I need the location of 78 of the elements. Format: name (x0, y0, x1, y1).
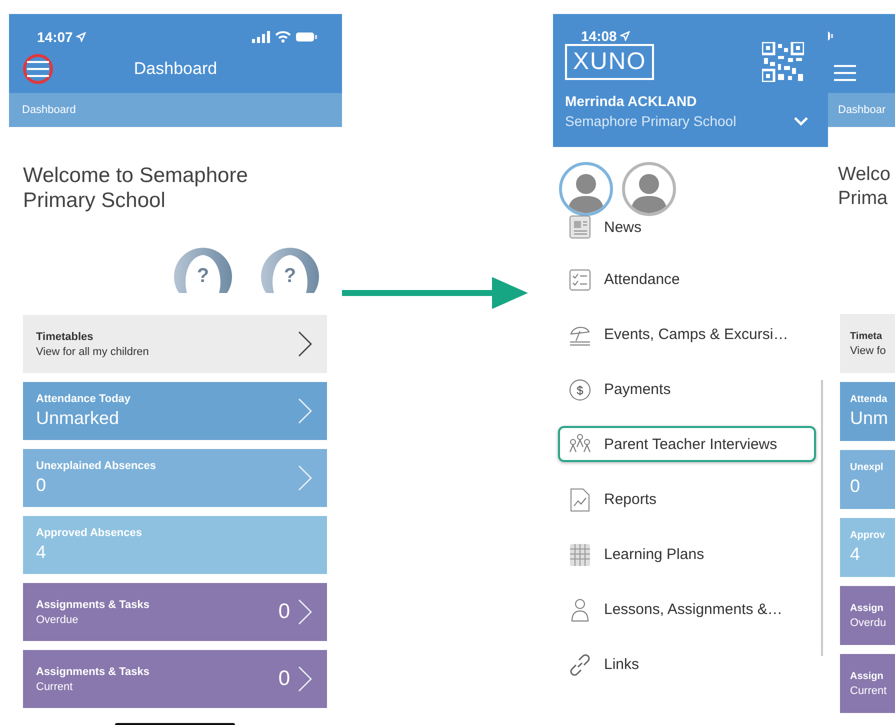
welcome-heading: Prima (838, 187, 889, 211)
person-silhouette-icon (566, 171, 606, 213)
breadcrumb[interactable]: Dashboard (22, 104, 76, 116)
tile-title: Assignments & Tasks (36, 666, 151, 678)
dashboard-tile[interactable]: Timetables View for all my children (23, 315, 327, 373)
menu-icon (833, 64, 857, 82)
screen-title: Dashboard (134, 58, 218, 78)
child-avatar[interactable] (559, 162, 613, 216)
tile-title: Timeta (850, 330, 884, 342)
person-silhouette-icon (629, 171, 669, 213)
dashboard-tile[interactable]: Attendance Today Unmarked (23, 382, 327, 440)
school-name: Semaphore Primary School (565, 113, 736, 129)
tile-value: 0 (36, 475, 48, 496)
location-arrow-icon (620, 31, 630, 41)
battery-icon (296, 32, 317, 42)
tile-title: Timetables (36, 330, 94, 342)
dashboard-tile[interactable]: Unexplained Absences 0 (23, 449, 327, 507)
tile-title: Assign (850, 602, 884, 614)
breadcrumb[interactable]: Dashboar (838, 104, 886, 116)
user-name: Merrinda ACKLAND (565, 93, 698, 109)
welcome-heading: Welco (838, 163, 892, 187)
link-icon (568, 652, 592, 676)
dashboard-tile[interactable]: Assignments & Tasks Overdue 0 (23, 583, 327, 641)
status-time: 14:07 (37, 29, 73, 45)
dashboard-tile[interactable]: Assign Overdu (840, 586, 895, 645)
child-avatar[interactable] (622, 162, 676, 216)
tile-subtitle: Overdu (850, 616, 888, 628)
menu-item[interactable]: Parent Teacher Interviews (558, 426, 816, 462)
tile-value: Unmarked (36, 408, 120, 429)
dashboard-tile[interactable]: Unexpl 0 (840, 450, 895, 509)
menu-item[interactable]: Lessons, Assignments &… (558, 582, 816, 637)
newspaper-icon (569, 215, 591, 239)
tile-subtitle: Overdue (36, 614, 80, 626)
dollar-icon: $ (569, 378, 591, 400)
dashboard-tile[interactable]: Attenda Unm (840, 382, 895, 441)
tile-title: Approv (850, 530, 886, 541)
tile-subtitle: Current (36, 680, 74, 692)
wifi-icon (275, 31, 291, 43)
tile-subtitle: View fo (850, 344, 887, 356)
tile-title: Assign (850, 670, 884, 682)
status-time: 14:08 (581, 28, 617, 44)
menu-item[interactable]: News (558, 212, 816, 242)
tile-title: Assignments & Tasks (36, 598, 151, 610)
tile-count: 0 (278, 600, 290, 624)
tile-title: Attenda (850, 394, 888, 405)
menu-button[interactable] (23, 54, 53, 84)
people-group-icon (568, 433, 592, 455)
tile-count: 0 (278, 667, 290, 691)
location-arrow-icon (76, 32, 86, 42)
tile-value: 4 (36, 542, 48, 563)
tile-subtitle: View for all my children (36, 346, 150, 358)
menu-item[interactable]: Events, Camps & Excursi… (558, 307, 816, 362)
menu-item[interactable]: $ Payments (558, 362, 816, 417)
tile-subtitle: Current (850, 684, 888, 696)
tile-subtitle: 0 (850, 476, 862, 497)
signal-icon (252, 31, 270, 43)
dashboard-tile[interactable]: Assignments & Tasks Current 0 (23, 650, 327, 708)
chevron-down-icon[interactable] (794, 116, 808, 126)
tile-title: Approved Absences (36, 527, 143, 539)
logo: XUNO (565, 44, 654, 80)
menu-item[interactable]: Attendance (558, 252, 816, 307)
menu-icon (26, 60, 50, 78)
tile-subtitle: Unm (850, 408, 890, 429)
welcome-heading: Welcome to Semaphore Primary School (23, 163, 249, 213)
person-icon (570, 598, 590, 622)
tile-title: Unexpl (850, 462, 884, 473)
tile-subtitle: 4 (850, 544, 862, 565)
menu-item[interactable]: Links (558, 637, 816, 692)
tile-title: Attendance Today (36, 393, 132, 405)
dashboard-tile[interactable]: Assign Current (840, 654, 895, 713)
dashboard-tile[interactable]: Timeta View fo (840, 314, 895, 373)
checklist-icon (569, 268, 591, 290)
grid-pattern-icon (569, 542, 591, 566)
menu-item[interactable]: Learning Plans (558, 527, 816, 582)
report-document-icon (570, 488, 590, 512)
menu-item[interactable]: Reports (558, 472, 816, 527)
tile-title: Unexplained Absences (36, 460, 158, 472)
qr-code-icon[interactable] (762, 42, 804, 82)
